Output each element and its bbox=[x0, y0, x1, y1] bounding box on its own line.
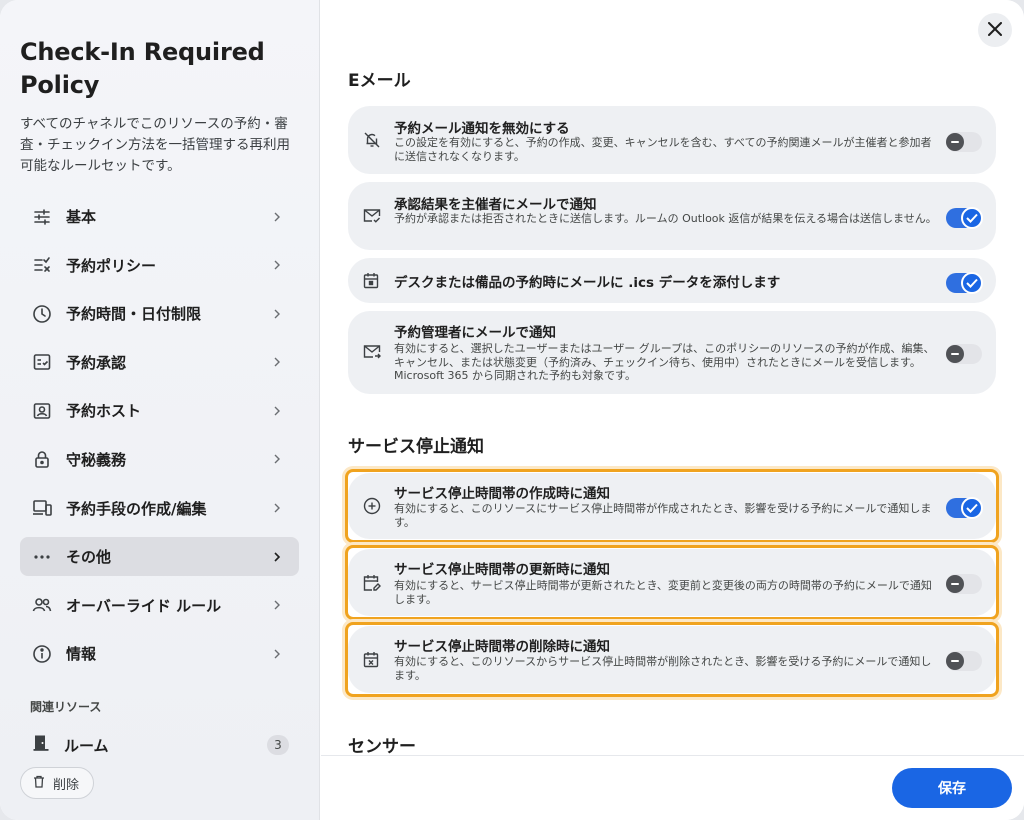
sidebar-item-booking-policy[interactable]: 予約ポリシー bbox=[20, 246, 299, 285]
plus-circle-icon bbox=[363, 497, 381, 515]
sidebar-item-approval[interactable]: 予約承認 bbox=[20, 343, 299, 382]
calendar-icon bbox=[363, 272, 381, 290]
devices-icon bbox=[32, 498, 52, 518]
checklist-icon bbox=[32, 255, 52, 275]
setting-description: 有効にすると、選択したユーザーまたはユーザー グループは、このポリシーのリソース… bbox=[394, 342, 935, 382]
sidebar-item-label: 情報 bbox=[66, 645, 97, 664]
delete-label: 削除 bbox=[53, 777, 80, 793]
setting-description: この設定を有効にすると、予約の作成、変更、キャンセルを含む、すべての予約関連メー… bbox=[394, 136, 932, 163]
lock-icon bbox=[32, 449, 52, 469]
bell-off-icon bbox=[363, 131, 381, 149]
sidebar: Check-In Required Policy すべてのチャネルでこのリソース… bbox=[0, 0, 320, 820]
chevron-right-icon bbox=[269, 306, 285, 322]
sidebar-item-basic[interactable]: 基本 bbox=[20, 197, 299, 236]
sidebar-item-label: 基本 bbox=[66, 208, 97, 226]
chevron-right-icon bbox=[269, 403, 285, 419]
related-resources-heading: 関連リソース bbox=[30, 700, 102, 714]
chevron-right-icon bbox=[269, 209, 285, 225]
sidebar-item-label: 予約ポリシー bbox=[66, 256, 157, 275]
setting-card: デスクまたは備品の予約時にメールに .ics データを添付します bbox=[348, 258, 996, 303]
sidebar-item-label: オーバーライド ルール bbox=[66, 596, 222, 615]
more-icon bbox=[32, 547, 52, 567]
setting-title: サービス停止時間帯の更新時に通知 bbox=[394, 562, 610, 578]
mail-check-icon bbox=[363, 208, 381, 226]
info-icon bbox=[32, 644, 52, 664]
setting-title: サービス停止時間帯の作成時に通知 bbox=[394, 486, 610, 502]
setting-title: 承認結果を主催者にメールで通知 bbox=[394, 197, 597, 213]
chevron-right-icon bbox=[269, 597, 285, 613]
footer-bar: 保存 bbox=[321, 755, 1024, 820]
host-icon bbox=[32, 401, 52, 421]
setting-title: 予約メール通知を無効にする bbox=[394, 121, 570, 137]
setting-card: 承認結果を主催者にメールで通知 予約が承認または拒否されたときに送信します。ルー… bbox=[348, 182, 996, 250]
outage-delete-toggle[interactable] bbox=[946, 651, 982, 671]
clock-icon bbox=[32, 304, 52, 324]
setting-description: 有効にすると、このリソースからサービス停止時間帯が削除されたとき、影響を受ける予… bbox=[394, 655, 932, 682]
ics-attach-toggle[interactable] bbox=[946, 272, 983, 294]
policy-dialog: Check-In Required Policy すべてのチャネルでこのリソース… bbox=[0, 0, 1024, 820]
related-item-label: ルーム bbox=[64, 736, 109, 755]
sidebar-item-confidentiality[interactable]: 守秘義務 bbox=[20, 440, 299, 479]
approval-icon bbox=[32, 352, 52, 372]
setting-card: 予約メール通知を無効にする この設定を有効にすると、予約の作成、変更、キャンセル… bbox=[348, 106, 996, 174]
disable-email-toggle[interactable] bbox=[946, 132, 982, 152]
outage-section-heading: サービス停止通知 bbox=[348, 437, 484, 457]
manager-email-toggle[interactable] bbox=[946, 344, 982, 364]
outage-create-toggle[interactable] bbox=[946, 497, 983, 519]
sidebar-nav: 基本 予約ポリシー 予約時間・日付制限 予約承認 予約ホスト 守秘義務 予約手段… bbox=[20, 197, 299, 683]
sidebar-item-label: 予約ホスト bbox=[66, 402, 142, 421]
chevron-right-icon bbox=[269, 451, 285, 467]
calendar-edit-icon bbox=[363, 574, 381, 592]
sidebar-item-host[interactable]: 予約ホスト bbox=[20, 391, 299, 430]
chevron-right-icon bbox=[269, 646, 285, 662]
settings-panel: Eメール 予約メール通知を無効にする この設定を有効にすると、予約の作成、変更、… bbox=[321, 0, 1024, 820]
count-badge: 3 bbox=[267, 735, 289, 755]
door-icon bbox=[32, 734, 50, 756]
sidebar-item-other[interactable]: その他 bbox=[20, 537, 299, 577]
sidebar-item-label: 守秘義務 bbox=[66, 450, 127, 469]
sidebar-item-label: 予約手段の作成/編集 bbox=[66, 499, 207, 518]
setting-title: サービス停止時間帯の削除時に通知 bbox=[394, 639, 610, 655]
setting-card: サービス停止時間帯の作成時に通知 有効にすると、このリソースにサービス停止時間帯… bbox=[348, 473, 996, 539]
people-icon bbox=[32, 595, 52, 615]
approval-email-toggle[interactable] bbox=[946, 207, 983, 229]
save-button[interactable]: 保存 bbox=[892, 768, 1012, 808]
sidebar-item-label: 予約承認 bbox=[66, 353, 127, 372]
chevron-right-icon bbox=[269, 354, 285, 370]
sliders-icon bbox=[32, 207, 52, 227]
sidebar-item-time-limits[interactable]: 予約時間・日付制限 bbox=[20, 294, 299, 333]
setting-description: 予約が承認または拒否されたときに送信します。ルームの Outlook 返信が結果… bbox=[394, 212, 937, 225]
setting-description: 有効にすると、サービス停止時間帯が更新されたとき、変更前と変更後の両方の時間帯の… bbox=[394, 579, 932, 606]
sidebar-item-override-rules[interactable]: オーバーライド ルール bbox=[20, 586, 299, 625]
sidebar-item-booking-methods[interactable]: 予約手段の作成/編集 bbox=[20, 489, 299, 528]
sensor-section-heading: センサー bbox=[348, 737, 416, 757]
related-item-rooms[interactable]: ルーム 3 bbox=[20, 730, 299, 760]
setting-description: 有効にすると、このリソースにサービス停止時間帯が作成されたとき、影響を受ける予約… bbox=[394, 502, 932, 529]
chevron-right-icon bbox=[269, 257, 285, 273]
outage-update-toggle[interactable] bbox=[946, 574, 982, 594]
sidebar-item-label: その他 bbox=[66, 548, 112, 567]
delete-button[interactable]: 削除 bbox=[20, 767, 95, 799]
calendar-x-icon bbox=[363, 651, 381, 669]
sidebar-item-info[interactable]: 情報 bbox=[20, 634, 299, 673]
setting-card: サービス停止時間帯の更新時に通知 有効にすると、サービス停止時間帯が更新されたと… bbox=[348, 549, 996, 616]
setting-title: デスクまたは備品の予約時にメールに .ics データを添付します bbox=[394, 275, 781, 291]
setting-card: サービス停止時間帯の削除時に通知 有効にすると、このリソースからサービス停止時間… bbox=[348, 626, 996, 693]
email-section-heading: Eメール bbox=[348, 71, 411, 91]
mail-forward-icon bbox=[363, 344, 381, 362]
policy-title: Check-In Required Policy bbox=[20, 38, 265, 99]
close-icon bbox=[988, 21, 1002, 40]
sidebar-item-label: 予約時間・日付制限 bbox=[66, 305, 202, 324]
chevron-right-icon bbox=[269, 500, 285, 516]
chevron-right-icon bbox=[269, 549, 285, 565]
close-button[interactable] bbox=[978, 13, 1012, 47]
setting-title: 予約管理者にメールで通知 bbox=[394, 325, 556, 341]
trash-icon bbox=[33, 775, 45, 792]
setting-card: 予約管理者にメールで通知 有効にすると、選択したユーザーまたはユーザー グループ… bbox=[348, 311, 996, 394]
policy-description: すべてのチャネルでこのリソースの予約・審査・チェックイン方法を一括管理する再利用… bbox=[20, 116, 290, 174]
